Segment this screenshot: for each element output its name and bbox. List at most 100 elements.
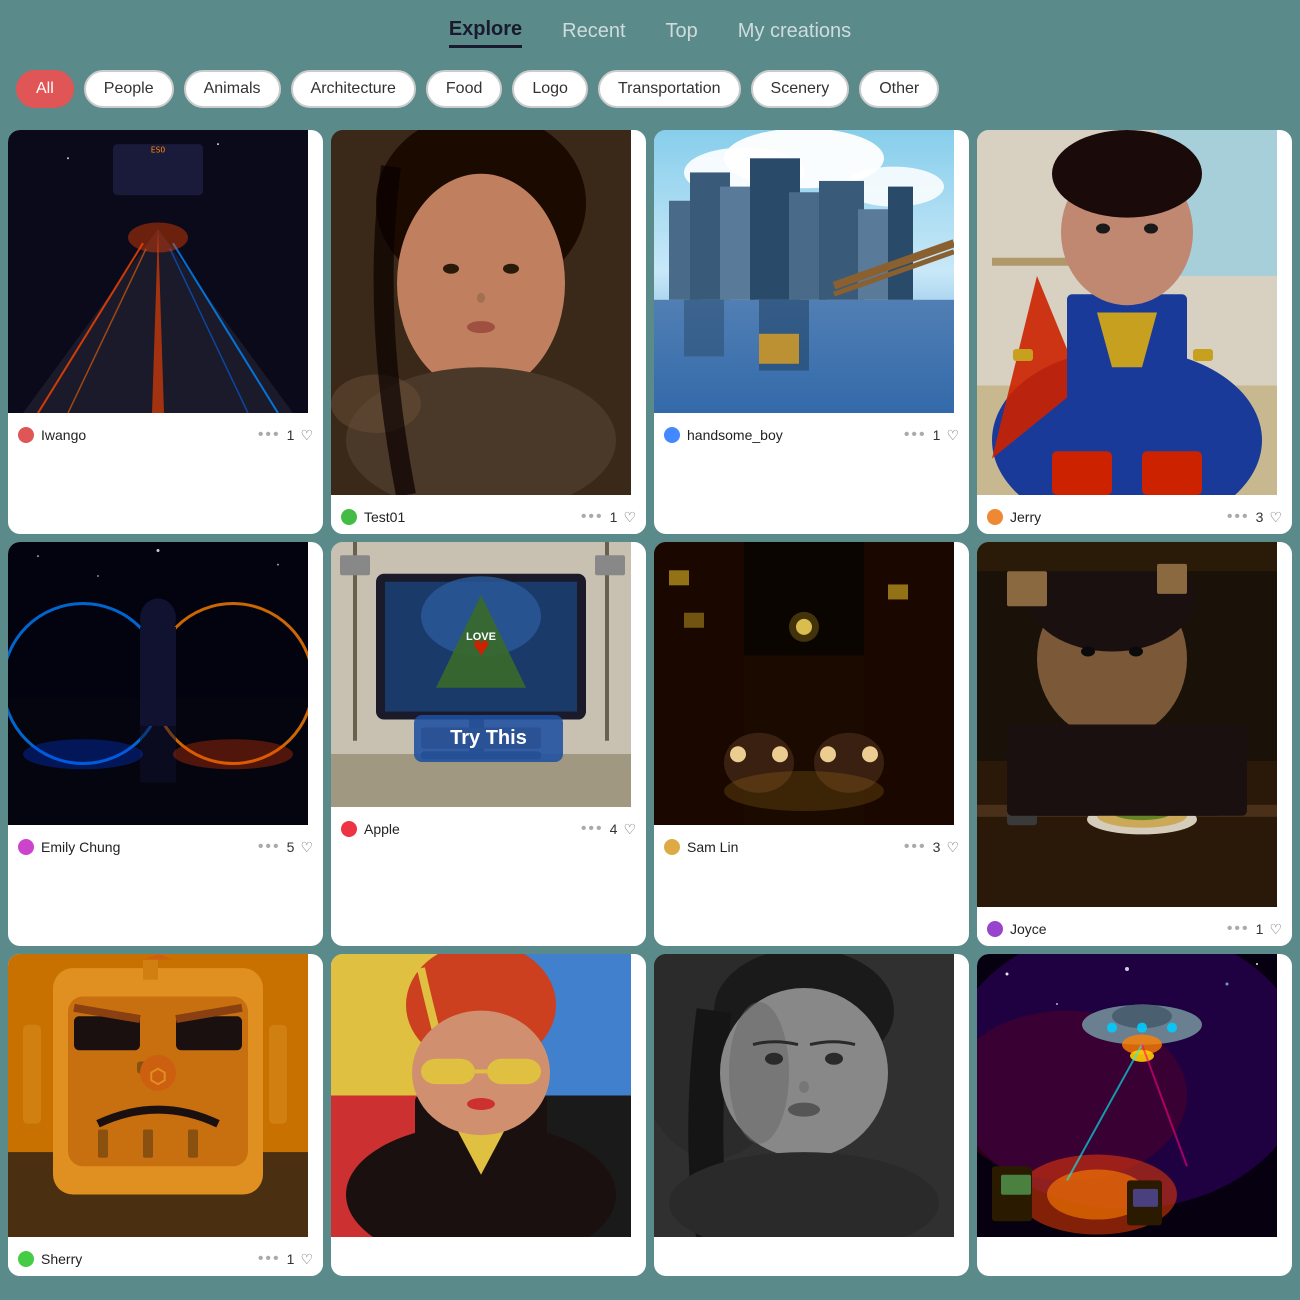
card-c2[interactable]: Test01 ••• 1 ♡ [331, 130, 646, 534]
avatar [341, 821, 357, 837]
try-this-button[interactable]: Try This [414, 715, 563, 762]
username: Joyce [1010, 921, 1047, 937]
filter-transportation[interactable]: Transportation [598, 70, 741, 108]
username: handsome_boy [687, 427, 783, 443]
like-count: 1 [287, 1251, 295, 1267]
more-options[interactable]: ••• [1227, 920, 1250, 938]
username: Emily Chung [41, 839, 120, 855]
heart-icon[interactable]: ♡ [623, 821, 636, 838]
card-actions: ••• 1 ♡ [258, 1250, 313, 1268]
filter-all[interactable]: All [16, 70, 74, 108]
like-count: 1 [933, 427, 941, 443]
card-actions: ••• 3 ♡ [1227, 508, 1282, 526]
more-options[interactable]: ••• [1227, 508, 1250, 526]
filter-scenery[interactable]: Scenery [751, 70, 850, 108]
card-user-info: Jerry [987, 509, 1041, 525]
card-footer: Test01 ••• 1 ♡ [331, 500, 646, 534]
top-nav: Explore Recent Top My creations [0, 0, 1300, 56]
card-image [977, 954, 1292, 1242]
card-image: ESO [8, 130, 323, 418]
heart-icon[interactable]: ♡ [946, 427, 959, 444]
card-footer: handsome_boy ••• 1 ♡ [654, 418, 969, 452]
svg-text:ESO: ESO [151, 146, 166, 155]
avatar [987, 509, 1003, 525]
avatar [18, 427, 34, 443]
more-options[interactable]: ••• [904, 426, 927, 444]
heart-icon[interactable]: ♡ [623, 509, 636, 526]
card-footer: Sherry ••• 1 ♡ [8, 1242, 323, 1276]
card-c3[interactable]: handsome_boy ••• 1 ♡ [654, 130, 969, 534]
card-c12[interactable] [977, 954, 1292, 1276]
heart-icon[interactable]: ♡ [1269, 921, 1282, 938]
card-footer: Jerry ••• 3 ♡ [977, 500, 1292, 534]
filter-logo[interactable]: Logo [512, 70, 588, 108]
card-actions: ••• 5 ♡ [258, 838, 313, 856]
card-user-info: Sam Lin [664, 839, 738, 855]
more-options[interactable]: ••• [581, 508, 604, 526]
more-options[interactable]: ••• [258, 838, 281, 856]
card-c4[interactable]: S Jerry ••• [977, 130, 1292, 534]
card-c6[interactable]: ♥ LOVE Try This Apple [331, 542, 646, 946]
card-actions: ••• 1 ♡ [904, 426, 959, 444]
avatar [341, 509, 357, 525]
card-image: ⬡ [8, 954, 323, 1242]
card-image [977, 542, 1292, 912]
heart-icon[interactable]: ♡ [300, 1251, 313, 1268]
nav-recent[interactable]: Recent [562, 20, 625, 47]
svg-text:S: S [1121, 329, 1133, 354]
card-footer: Emily Chung ••• 5 ♡ [8, 830, 323, 864]
nav-my-creations[interactable]: My creations [738, 20, 851, 47]
like-count: 3 [1256, 509, 1264, 525]
card-image [654, 542, 969, 830]
card-image: S [977, 130, 1292, 500]
card-actions: ••• 4 ♡ [581, 820, 636, 838]
image-grid: ESO Iwango ••• 1 ♡ [0, 122, 1300, 1296]
card-user-info: Apple [341, 821, 400, 837]
more-options[interactable]: ••• [904, 838, 927, 856]
card-user-info: Joyce [987, 921, 1047, 937]
nav-top[interactable]: Top [666, 20, 698, 47]
card-footer: Sam Lin ••• 3 ♡ [654, 830, 969, 864]
card-actions: ••• 3 ♡ [904, 838, 959, 856]
heart-icon[interactable]: ♡ [946, 839, 959, 856]
card-image: ♥ LOVE Try This [331, 542, 646, 812]
card-image [654, 130, 969, 418]
card-c8[interactable]: Joyce ••• 1 ♡ [977, 542, 1292, 946]
svg-text:LOVE: LOVE [466, 631, 496, 643]
filter-people[interactable]: People [84, 70, 174, 108]
card-c11[interactable] [654, 954, 969, 1276]
heart-icon[interactable]: ♡ [300, 427, 313, 444]
card-user-info: Sherry [18, 1251, 82, 1267]
avatar [18, 1251, 34, 1267]
heart-icon[interactable]: ♡ [1269, 509, 1282, 526]
card-image [8, 542, 323, 830]
more-options[interactable]: ••• [258, 426, 281, 444]
avatar [987, 921, 1003, 937]
username: Apple [364, 821, 400, 837]
filter-animals[interactable]: Animals [184, 70, 281, 108]
filter-food[interactable]: Food [426, 70, 502, 108]
like-count: 1 [1256, 921, 1264, 937]
card-user-info: handsome_boy [664, 427, 783, 443]
card-c1[interactable]: ESO Iwango ••• 1 ♡ [8, 130, 323, 534]
like-count: 3 [933, 839, 941, 855]
card-image [331, 130, 646, 500]
card-user-info: Emily Chung [18, 839, 120, 855]
card-c7[interactable]: Sam Lin ••• 3 ♡ [654, 542, 969, 946]
filter-other[interactable]: Other [859, 70, 939, 108]
card-c10[interactable] [331, 954, 646, 1276]
avatar [18, 839, 34, 855]
more-options[interactable]: ••• [258, 1250, 281, 1268]
heart-icon[interactable]: ♡ [300, 839, 313, 856]
card-actions: ••• 1 ♡ [581, 508, 636, 526]
username: Jerry [1010, 509, 1041, 525]
card-c5[interactable]: Emily Chung ••• 5 ♡ [8, 542, 323, 946]
nav-explore[interactable]: Explore [449, 18, 522, 48]
card-footer: Joyce ••• 1 ♡ [977, 912, 1292, 946]
like-count: 1 [287, 427, 295, 443]
try-this-overlay: Try This [331, 715, 646, 762]
card-c9[interactable]: ⬡ Sherry ••• 1 ♡ [8, 954, 323, 1276]
filter-architecture[interactable]: Architecture [291, 70, 416, 108]
more-options[interactable]: ••• [581, 820, 604, 838]
card-footer: Apple ••• 4 ♡ [331, 812, 646, 846]
